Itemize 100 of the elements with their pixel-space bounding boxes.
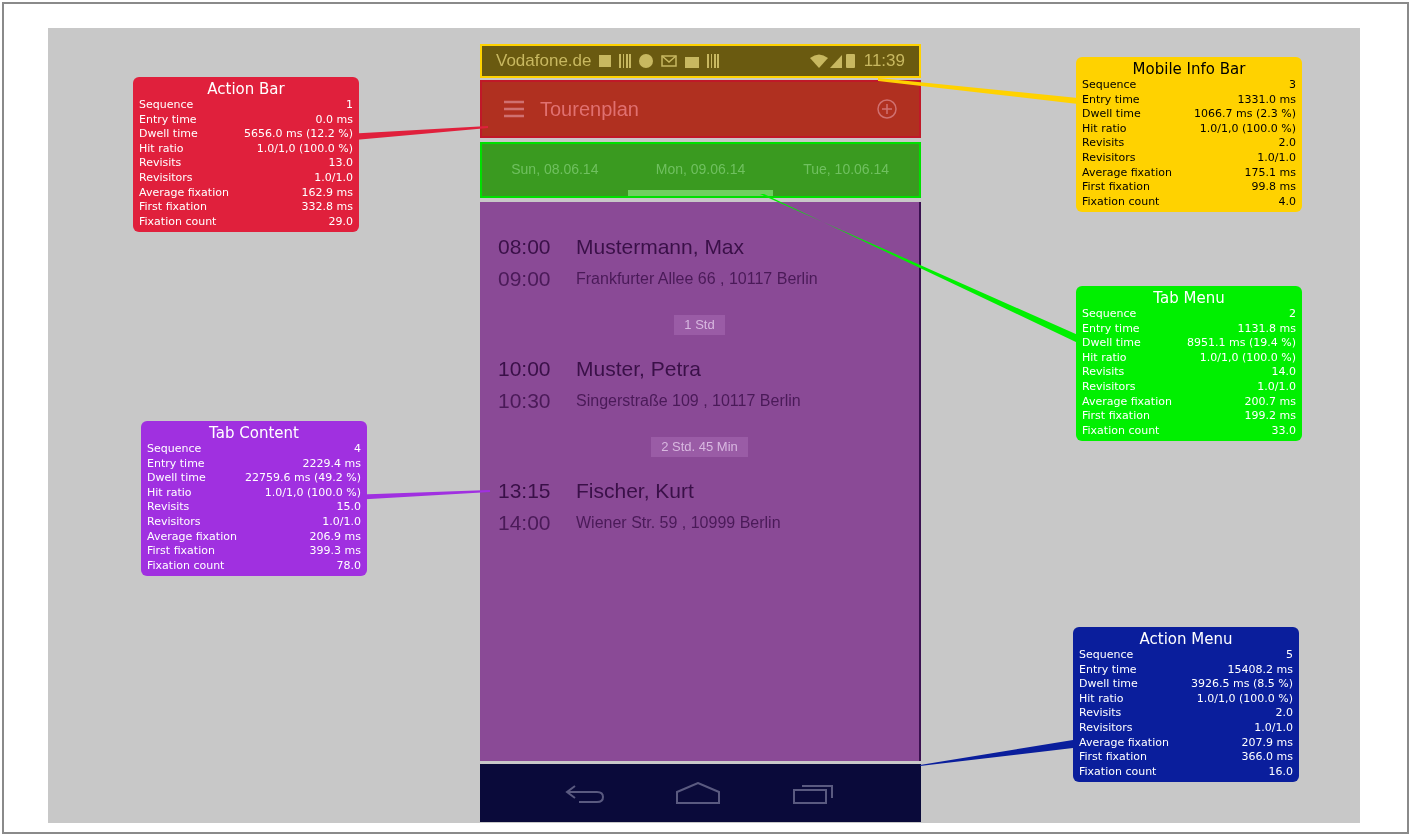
date-tab[interactable]: Mon, 09.06.14 [627, 144, 774, 196]
customer-address: Wiener Str. 59 , 10999 Berlin [576, 513, 782, 533]
metric-label: Dwell time [1079, 677, 1138, 692]
metric-value: 29.0 [328, 214, 353, 230]
metric-label: Sequence [139, 98, 194, 113]
metric-value: 207.9 ms [1241, 735, 1293, 751]
metric-label: Fixation count [139, 214, 217, 230]
metric-value: 1.0/1.0 [314, 170, 353, 186]
date-tab[interactable]: Sun, 08.06.14 [482, 144, 628, 196]
card-title: Action Bar [206, 80, 286, 98]
metric-label: Hit ratio [1079, 691, 1124, 707]
metric-value: 199.2 ms [1244, 409, 1296, 424]
metric-value: 1131.8 ms [1237, 321, 1296, 337]
metric-label: Revisits [1079, 706, 1122, 721]
metric-label: Fixation count [1082, 423, 1160, 439]
metric-label: Fixation count [1082, 194, 1160, 210]
metric-label: Dwell time [147, 471, 206, 486]
app-title: Tourenplan [540, 97, 639, 122]
metric-value: 15408.2 ms [1227, 662, 1293, 678]
metric-value: 15.0 [336, 500, 361, 515]
metric-value: 5 [1286, 648, 1293, 663]
metric-label: Revisitors [1082, 150, 1136, 166]
metric-value: 200.7 ms [1244, 394, 1296, 410]
card-title: Action Menu [1138, 630, 1234, 648]
metric-label: Revisitors [1082, 379, 1136, 395]
metric-label: Average fixation [1082, 165, 1172, 181]
metric-value: 162.9 ms [301, 185, 353, 201]
clock: 11:39 [863, 50, 905, 73]
metric-label: Fixation count [1079, 764, 1157, 780]
metric-label: Hit ratio [139, 141, 184, 157]
metric-value: 3926.5 ms (8.5 %) [1191, 677, 1293, 692]
metric-label: Revisits [1082, 136, 1125, 151]
carrier-name: Vodafone.de [496, 50, 592, 73]
metric-label: Dwell time [1082, 336, 1141, 351]
metric-value: 399.3 ms [309, 544, 361, 559]
metric-value: 99.8 ms [1251, 180, 1296, 195]
metric-label: Sequence [147, 442, 202, 457]
card-title: Tab Menu [1152, 289, 1226, 307]
metric-value: 4.0 [1278, 194, 1296, 210]
metric-value: 8951.1 ms (19.4 %) [1187, 336, 1296, 351]
start-time: 10:00 [498, 356, 552, 382]
metric-label: Hit ratio [1082, 121, 1127, 137]
metric-label: Revisits [147, 500, 190, 515]
metric-label: Entry time [1082, 92, 1140, 108]
metric-value: 2.0 [1275, 706, 1293, 721]
customer-name: Muster, Petra [576, 356, 702, 382]
metric-value: 1.0/1,0 (100.0 %) [256, 141, 353, 157]
metric-label: Average fixation [147, 529, 237, 545]
metric-label: Entry time [1079, 662, 1137, 678]
metric-value: 22759.6 ms (49.2 %) [245, 471, 361, 486]
date-tab[interactable]: Tue, 10.06.14 [773, 144, 919, 196]
metric-value: 1 [346, 98, 353, 113]
metric-value: 2 [1289, 307, 1296, 322]
metric-label: Sequence [1079, 648, 1134, 663]
metric-value: 1066.7 ms (2.3 %) [1194, 107, 1296, 122]
metric-label: Average fixation [139, 185, 229, 201]
customer-name: Mustermann, Max [576, 234, 746, 260]
metric-value: 5656.0 ms (12.2 %) [244, 127, 353, 142]
metric-label: Revisitors [1079, 720, 1133, 736]
barcode-icon [707, 54, 720, 68]
metric-label: Sequence [1082, 78, 1137, 93]
home-icon[interactable] [675, 782, 722, 804]
recent-apps-icon[interactable] [791, 782, 836, 804]
menu-icon[interactable] [504, 100, 524, 118]
metric-value: 332.8 ms [301, 200, 353, 215]
metric-value: 33.0 [1271, 423, 1296, 439]
customer-address: Singerstraße 109 , 10117 Berlin [576, 391, 802, 411]
metric-value: 1331.0 ms [1237, 92, 1296, 108]
metric-label: First fixation [1082, 409, 1150, 424]
metric-label: Entry time [139, 112, 197, 128]
barcode-icon [619, 54, 632, 68]
metric-label: Entry time [1082, 321, 1140, 337]
metric-value: 2229.4 ms [302, 456, 361, 472]
metric-value: 4 [354, 442, 361, 457]
end-time: 14:00 [498, 510, 552, 536]
end-time: 09:00 [498, 266, 552, 292]
add-icon[interactable] [877, 99, 897, 119]
metric-label: First fixation [147, 544, 215, 559]
metric-label: Sequence [1082, 307, 1137, 322]
metric-value: 1.0/1,0 (100.0 %) [1199, 121, 1296, 137]
metric-label: Average fixation [1082, 394, 1172, 410]
customer-name: Fischer, Kurt [576, 478, 695, 504]
signal-battery-icons [809, 53, 856, 69]
metric-value: 1.0/1.0 [322, 514, 361, 530]
metric-value: 366.0 ms [1241, 750, 1293, 765]
start-time: 13:15 [498, 478, 552, 504]
metric-label: Dwell time [139, 127, 198, 142]
metric-value: 2.0 [1278, 136, 1296, 151]
card-title: Tab Content [208, 424, 300, 442]
metric-value: 1.0/1,0 (100.0 %) [1199, 350, 1296, 366]
customer-address: Frankfurter Allee 66 , 10117 Berlin [576, 269, 819, 289]
back-icon[interactable] [565, 783, 606, 803]
metric-value: 1.0/1.0 [1254, 720, 1293, 736]
metric-value: 1.0/1.0 [1257, 150, 1296, 166]
metric-value: 1.0/1,0 (100.0 %) [264, 485, 361, 501]
metric-value: 0.0 ms [315, 112, 353, 128]
metric-value: 206.9 ms [309, 529, 361, 545]
metric-value: 14.0 [1271, 365, 1296, 380]
metric-value: 13.0 [328, 156, 353, 171]
metric-label: Revisits [139, 156, 182, 171]
